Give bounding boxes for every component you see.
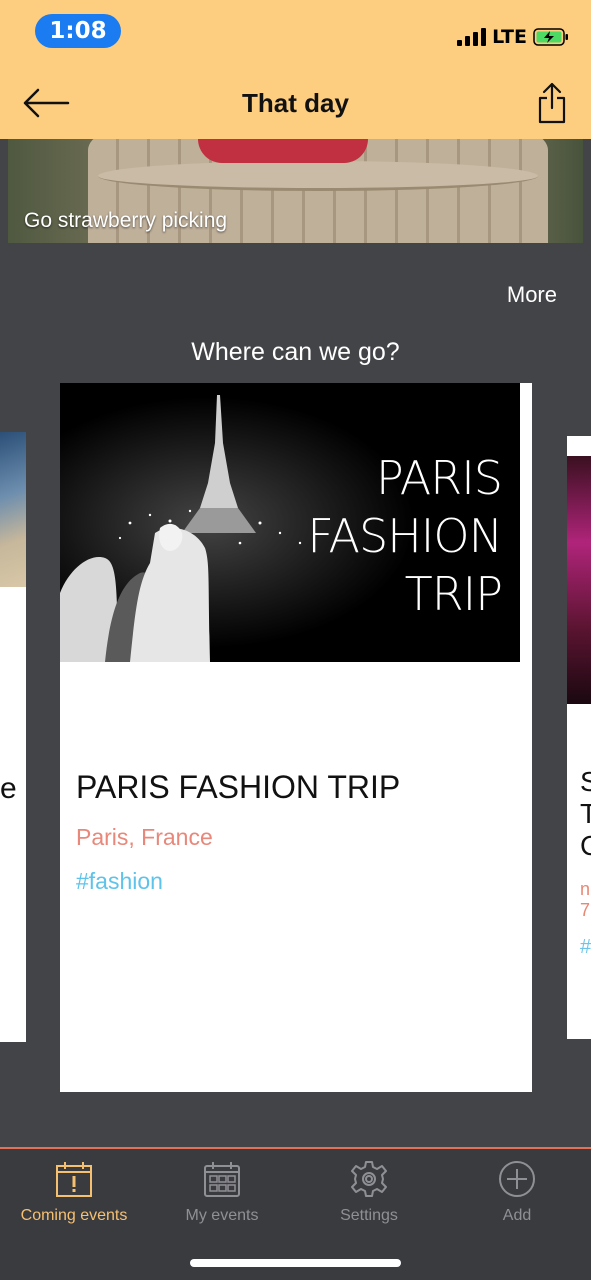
calendar-alert-icon [56,1162,92,1197]
card-title-fragment: S [580,766,591,797]
card-location: Paris, France [76,824,213,850]
share-button[interactable] [535,80,569,126]
tab-my-events[interactable]: My events [148,1159,296,1229]
banner-label: Go strawberry picking [24,209,228,232]
poster-text: PARIS FASHION TRIP [307,451,503,621]
card-title-fragment: C [580,830,591,861]
card-location-fragment: 7 [580,900,591,920]
signal-icon [457,28,487,46]
status-indicators: LTE [457,22,569,52]
page-title: That day [242,88,349,118]
carousel-card-next[interactable]: S T C n 7 # [567,436,591,1039]
section-title: Where can we go? [191,338,400,366]
gear-icon [351,1161,387,1197]
tab-settings[interactable]: Settings [295,1159,443,1229]
strawberries-image [198,139,368,163]
calendar-grid-icon [204,1162,240,1197]
share-icon [538,82,566,124]
battery-charging-icon [533,28,568,46]
carousel-card-previous[interactable]: e [0,432,26,1042]
tab-coming-events[interactable]: Coming events [0,1159,148,1229]
card-image [0,432,26,587]
card-title-fragment: T [580,798,591,829]
activity-banner[interactable]: Go strawberry picking [8,139,583,243]
tab-add[interactable]: Add [443,1159,591,1229]
card-location-fragment: n [580,879,591,899]
card-tag-fragment: # [580,936,591,958]
home-indicator[interactable] [190,1259,401,1267]
network-type: LTE [492,26,527,48]
card-title: PARIS FASHION TRIP [76,769,401,805]
tab-label: My events [185,1207,259,1224]
more-link[interactable]: More [507,282,557,308]
card-image: PARIS FASHION TRIP [60,383,520,662]
card-title-fragment: e [0,772,17,805]
tab-label: Settings [340,1207,398,1224]
plus-circle-icon [499,1161,535,1197]
carousel-card-current[interactable]: PARIS FASHION TRIP PARIS FASHION TRIP Pa… [60,383,532,1092]
status-time: 1:08 [35,14,121,48]
card-tag[interactable]: #fashion [76,868,163,895]
card-image [567,456,591,704]
tab-label: Coming events [20,1207,128,1224]
top-header: 1:08 LTE That day [0,0,591,139]
tab-label: Add [502,1207,532,1224]
